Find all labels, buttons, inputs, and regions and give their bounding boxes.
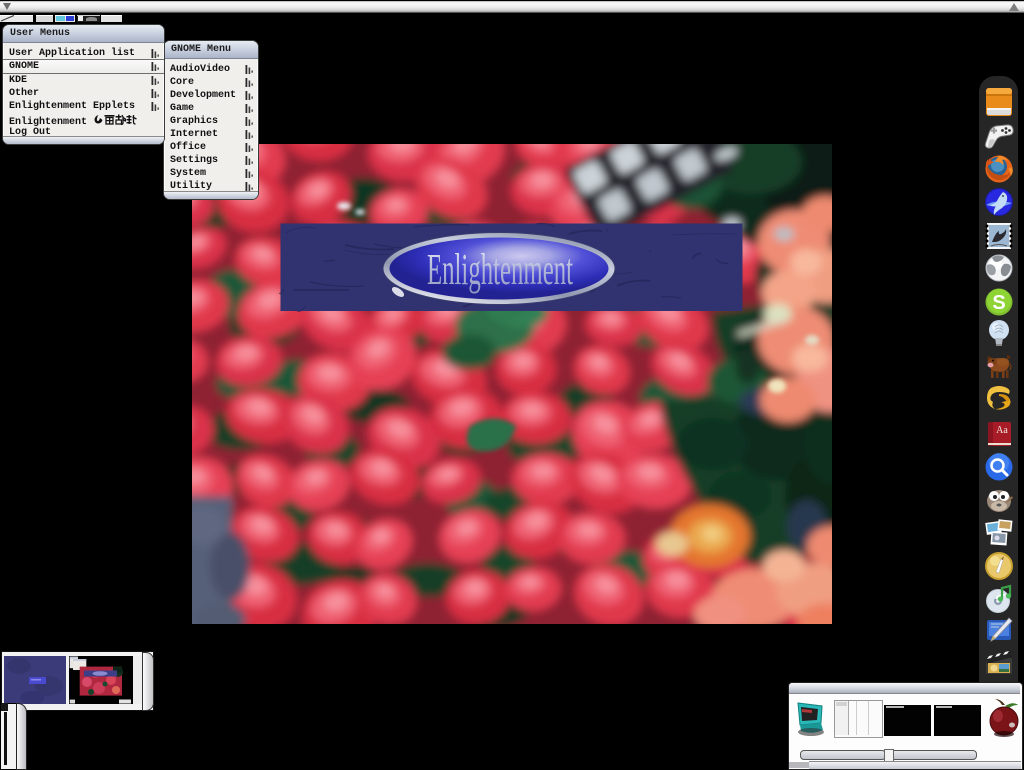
svg-text:Aa: Aa (996, 425, 1008, 436)
svg-text:S: S (992, 292, 1005, 314)
svg-text:Enlightenment: Enlightenment (427, 245, 573, 294)
